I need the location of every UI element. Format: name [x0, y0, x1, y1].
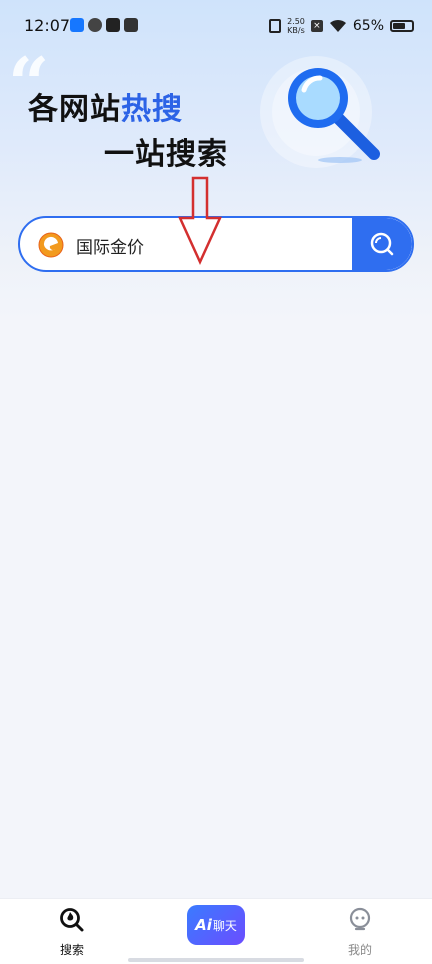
notification-icon — [88, 18, 102, 32]
home-indicator — [128, 958, 304, 962]
headline-text: 各网站 — [28, 92, 121, 127]
ai-label: Ai — [195, 916, 212, 934]
notification-icon — [70, 18, 84, 32]
hero-headline-1: 各网站热搜 — [28, 84, 183, 128]
search-engine-logo-icon[interactable] — [38, 232, 64, 258]
chat-label: 聊天 — [212, 918, 237, 933]
status-time: 12:07 — [24, 16, 71, 35]
status-bar: 12:07 2.50 KB/s × 65% — [0, 0, 432, 52]
vibrate-icon — [269, 19, 282, 33]
hero-headline-2: 一站搜索 — [104, 137, 228, 172]
nav-tab-search[interactable]: 搜索 — [37, 907, 107, 958]
notification-icon — [106, 18, 120, 32]
down-arrow-annotation-icon — [178, 176, 222, 266]
notification-icon — [124, 18, 138, 32]
status-right: 2.50 KB/s × 65% — [269, 16, 414, 36]
no-sim-icon: × — [310, 20, 323, 32]
headline-highlight: 热搜 — [121, 92, 183, 127]
search-icon — [370, 232, 394, 256]
nav-tab-mine[interactable]: 我的 — [325, 907, 395, 958]
nav-label-mine: 我的 — [347, 943, 372, 957]
nav-label-search: 搜索 — [59, 943, 84, 957]
magnifier-illustration-icon — [260, 56, 380, 168]
net-speed-unit: KB/s — [287, 26, 305, 35]
battery-percent: 65% — [352, 18, 384, 34]
wifi-icon — [329, 19, 346, 32]
battery-icon — [390, 20, 414, 32]
ai-chat-button[interactable]: Ai 聊天 — [187, 905, 245, 945]
bottom-navigation: 搜索 Ai 聊天 我的 — [0, 898, 432, 964]
search-button[interactable] — [352, 218, 412, 270]
network-speed: 2.50 KB/s — [287, 17, 305, 35]
search-nav-icon — [60, 908, 84, 932]
net-speed-value: 2.50 — [287, 17, 305, 26]
robot-face-icon — [349, 907, 371, 931]
